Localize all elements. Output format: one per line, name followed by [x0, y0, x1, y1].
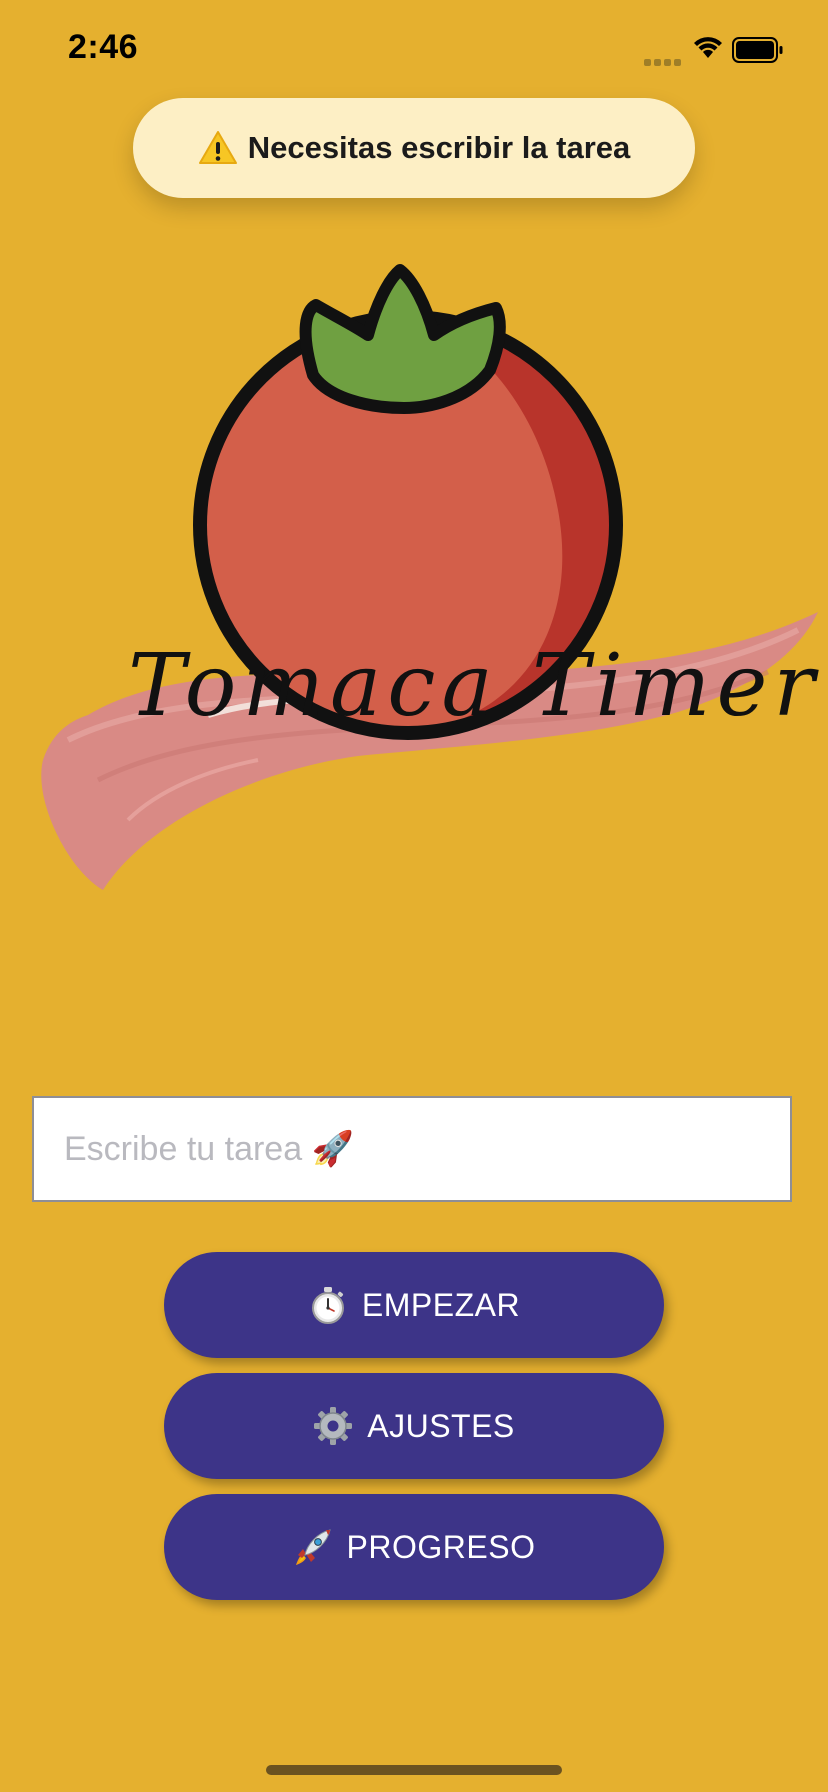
home-indicator[interactable] [266, 1765, 562, 1775]
warning-icon [198, 131, 237, 164]
gear-icon [314, 1407, 353, 1445]
progress-button-label: PROGRESO [346, 1528, 536, 1565]
task-input[interactable] [32, 1096, 792, 1202]
status-icons [644, 36, 794, 66]
cellular-signal-icon [644, 53, 684, 71]
logo-text: Tomaca Timer [128, 636, 820, 736]
warning-toast: Necesitas escribir la tarea [133, 98, 695, 198]
settings-button[interactable]: AJUSTES [164, 1373, 664, 1479]
rocket-icon [295, 1529, 331, 1565]
progress-button[interactable]: PROGRESO [164, 1494, 664, 1600]
tomaca-timer-logo: Tomaca Timer [41, 264, 820, 890]
stopwatch-icon [311, 1287, 344, 1324]
wifi-icon [694, 37, 722, 58]
start-button[interactable]: EMPEZAR [164, 1252, 664, 1358]
settings-button-label: AJUSTES [367, 1407, 515, 1444]
start-button-label: EMPEZAR [361, 1286, 521, 1323]
status-time: 2:46 [68, 28, 139, 66]
battery-icon [732, 37, 783, 63]
status-bar: 2:46 [0, 0, 828, 100]
toast-message: Necesitas escribir la tarea [247, 130, 631, 165]
